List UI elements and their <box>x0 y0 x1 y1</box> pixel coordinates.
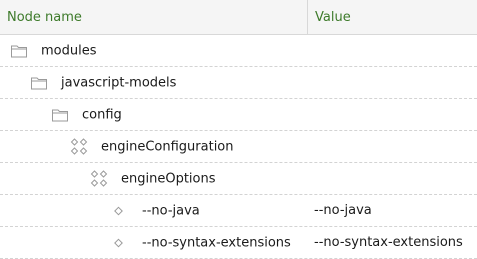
node-value-cell <box>307 99 477 130</box>
tree-row-engineoptions[interactable]: engineOptions <box>0 163 477 195</box>
property-diamond-icon <box>114 238 123 247</box>
node-name-cell: javascript-models <box>0 67 307 98</box>
node-value-cell: --no-syntax-extensions <box>307 227 477 258</box>
node-name-cell: config <box>0 99 307 130</box>
node-value: --no-java <box>314 203 372 218</box>
column-header-value[interactable]: Value <box>308 0 477 34</box>
node-name-cell: engineOptions <box>0 163 307 194</box>
tree-row-config[interactable]: config <box>0 99 477 131</box>
node-label: config <box>82 107 122 122</box>
folder-icon <box>11 44 27 57</box>
node-name-cell: --no-syntax-extensions <box>0 227 307 258</box>
node-name-cell: modules <box>0 35 307 66</box>
column-header-node-name[interactable]: Node name <box>0 0 308 34</box>
node-label: modules <box>41 43 97 58</box>
table-header: Node name Value <box>0 0 477 35</box>
node-name-cell: --no-java <box>0 195 307 226</box>
node-value-cell: --no-java <box>307 195 477 226</box>
node-value-cell <box>307 163 477 194</box>
column-header-node-name-label: Node name <box>7 9 82 25</box>
folder-icon <box>31 76 47 89</box>
tree-row-javascript-models[interactable]: javascript-models <box>0 67 477 99</box>
node-label: engineOptions <box>121 171 216 186</box>
column-header-value-label: Value <box>315 9 351 25</box>
node-tree-table: Node name Value modules javascript-model… <box>0 0 477 259</box>
tree-row-no-java[interactable]: --no-java --no-java <box>0 195 477 227</box>
tree-row-engineconfiguration[interactable]: engineConfiguration <box>0 131 477 163</box>
multi-value-node-icon <box>90 169 108 188</box>
node-name-cell: engineConfiguration <box>0 131 307 162</box>
node-label: --no-java <box>142 203 200 218</box>
node-label: javascript-models <box>61 75 177 90</box>
folder-icon <box>52 108 68 121</box>
node-value-cell <box>307 67 477 98</box>
multi-value-node-icon <box>70 137 88 156</box>
tree-row-modules[interactable]: modules <box>0 35 477 67</box>
node-value-cell <box>307 35 477 66</box>
node-value-cell <box>307 131 477 162</box>
property-diamond-icon <box>114 206 123 215</box>
node-label: engineConfiguration <box>101 139 234 154</box>
tree-row-no-syntax-extensions[interactable]: --no-syntax-extensions --no-syntax-exten… <box>0 227 477 259</box>
